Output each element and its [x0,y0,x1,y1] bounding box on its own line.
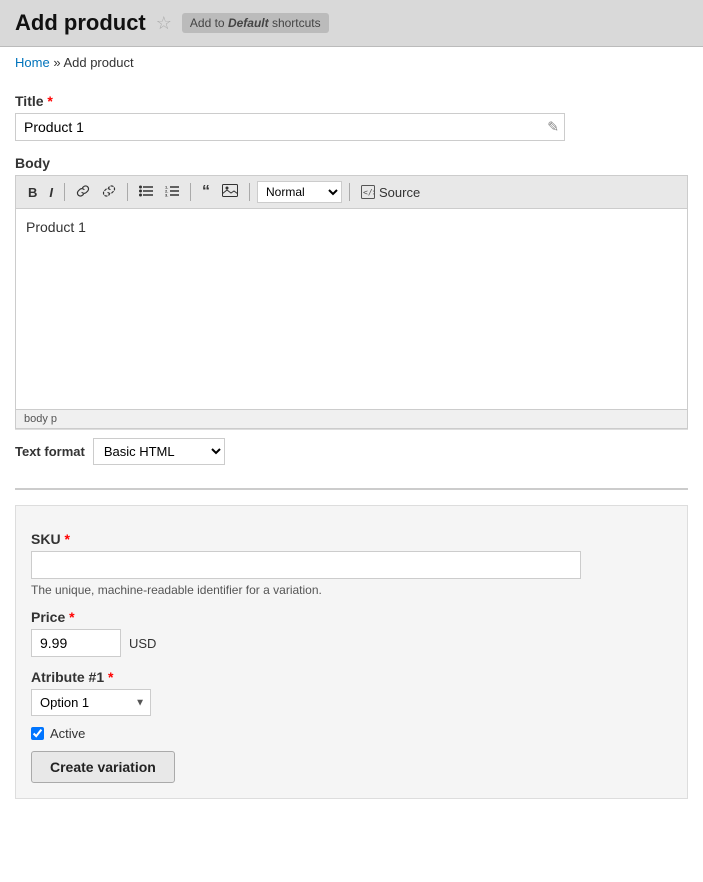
unlink-button[interactable] [98,182,120,203]
sku-label: SKU * [31,531,672,547]
attribute-select-wrapper: Option 1 Option 2 Option 3 [31,689,151,716]
sku-hint: The unique, machine-readable identifier … [31,583,672,597]
source-label: Source [379,185,420,200]
currency-label: USD [129,636,156,651]
svg-text:3.: 3. [165,192,168,197]
title-field-wrapper: ✎ [15,113,565,141]
text-format-label: Text format [15,444,85,459]
section-divider [15,488,688,490]
active-label[interactable]: Active [50,726,85,741]
body-label: Body [15,155,688,171]
price-label: Price * [31,609,672,625]
add-shortcut-button[interactable]: Add to Default shortcuts [182,13,329,33]
create-variation-button[interactable]: Create variation [31,751,175,783]
source-button[interactable]: </> Source [357,183,424,202]
editor-toolbar: B I 1.2.3. “ [16,176,687,209]
page-header: Add product ☆ Add to Default shortcuts [0,0,703,47]
title-edit-icon: ✎ [547,119,559,136]
breadcrumb-home[interactable]: Home [15,55,50,70]
breadcrumb-current: Add product [63,55,133,70]
breadcrumb: Home » Add product [0,47,703,78]
editor-body[interactable]: Product 1 [16,209,687,409]
body-editor: B I 1.2.3. “ [15,175,688,429]
link-button[interactable] [72,182,94,203]
sku-field-wrapper: SKU * The unique, machine-readable ident… [31,531,672,597]
attribute-required: * [108,669,113,685]
breadcrumb-separator: » [53,55,60,70]
format-select[interactable]: Normal Heading 1 Heading 2 Heading 3 [257,181,342,203]
price-field-wrapper: Price * USD [31,609,672,657]
sku-input[interactable] [31,551,581,579]
text-format-row: Text format Basic HTML Full HTML Plain t… [15,429,688,473]
title-label: Title * [15,93,688,109]
active-checkbox[interactable] [31,727,44,740]
attribute-select[interactable]: Option 1 Option 2 Option 3 [31,689,151,716]
main-content: Title * ✎ Body B I [0,78,703,814]
active-row: Active [31,726,672,741]
toolbar-divider-1 [64,183,65,201]
svg-text:</>: </> [363,188,375,197]
attribute-label: Atribute #1 * [31,669,672,685]
italic-button[interactable]: I [45,183,57,202]
ordered-list-button[interactable]: 1.2.3. [161,183,183,202]
price-row: USD [31,629,672,657]
unordered-list-button[interactable] [135,183,157,202]
toolbar-divider-4 [249,183,250,201]
variation-section: SKU * The unique, machine-readable ident… [15,505,688,799]
price-required: * [69,609,74,625]
editor-content: Product 1 [26,219,677,235]
image-button[interactable] [218,182,242,202]
text-format-select[interactable]: Basic HTML Full HTML Plain text Restrict… [93,438,225,465]
star-icon[interactable]: ☆ [156,13,172,34]
attribute-field-wrapper: Atribute #1 * Option 1 Option 2 Option 3 [31,669,672,716]
page-title: Add product [15,10,146,36]
editor-statusbar: body p [16,409,687,428]
toolbar-divider-5 [349,183,350,201]
toolbar-divider-2 [127,183,128,201]
bold-button[interactable]: B [24,183,41,202]
title-required: * [47,93,52,109]
sku-required: * [64,531,69,547]
source-icon: </> [361,185,375,199]
toolbar-divider-3 [190,183,191,201]
price-input[interactable] [31,629,121,657]
title-input[interactable] [15,113,565,141]
blockquote-button[interactable]: “ [198,182,214,202]
